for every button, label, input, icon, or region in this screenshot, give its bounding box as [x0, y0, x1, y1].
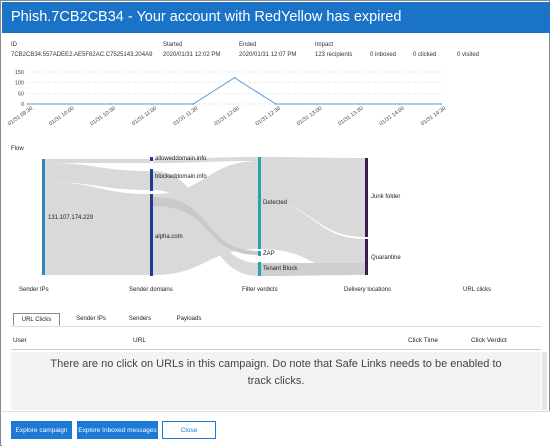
campaign-detail-dialog: Phish.7CB2CB34 - Your account with RedYe…	[0, 0, 550, 446]
column-click-time[interactable]: Click Time	[408, 337, 438, 344]
label-zap: ZAP	[263, 251, 275, 257]
dialog-footer: Explore campaign Explore Inboxed message…	[2, 411, 550, 446]
node-junk-folder[interactable]	[365, 158, 368, 237]
label-detected: Detected	[263, 200, 288, 206]
table-scrollbar[interactable]	[542, 352, 547, 410]
tab-url-clicks[interactable]: URL Clicks	[13, 313, 60, 326]
close-button[interactable]: Close	[162, 421, 216, 439]
label-alpha-domain: alpha.com	[155, 234, 183, 240]
explore-campaign-button[interactable]: Explore campaign	[11, 421, 72, 439]
column-url[interactable]: URL	[133, 337, 146, 344]
column-filter-verdicts: Filter verdicts	[242, 287, 278, 293]
node-blocked-domain[interactable]	[150, 169, 153, 191]
column-user[interactable]: User	[13, 337, 27, 344]
node-zap[interactable]	[258, 251, 261, 256]
clicks-table-header: User URL Click Time Click Verdict	[11, 330, 541, 350]
tab-senders[interactable]: Senders	[121, 313, 159, 326]
column-sender-ips: Sender IPs	[19, 287, 49, 293]
explore-inboxed-button[interactable]: Explore Inboxed messages	[77, 421, 158, 439]
label-junk-folder: Junk folder	[371, 194, 401, 200]
tab-payloads[interactable]: Payloads	[167, 313, 211, 326]
label-quarantine: Quarantine	[371, 255, 401, 261]
label-tenant-block: Tenant Block	[263, 266, 298, 272]
node-detected[interactable]	[258, 157, 261, 249]
band-ip-to-allowed	[45, 159, 151, 163]
node-alpha-domain[interactable]	[150, 194, 153, 276]
band-ip-to-alpha	[45, 182, 151, 275]
node-quarantine[interactable]	[365, 239, 368, 275]
label-blocked-domain: blockeddomain.info	[155, 174, 207, 180]
column-url-clicks: URL clicks	[463, 287, 492, 293]
flow-sankey	[42, 157, 368, 276]
label-allowed-domain: alloweddomain.info	[155, 156, 207, 162]
column-click-verdict[interactable]: Click Verdict	[471, 337, 507, 344]
label-sender-ip: 131.107.174.229	[48, 215, 94, 221]
empty-state-message: There are no click on URLs in this campa…	[11, 352, 541, 410]
column-delivery-locations: Delivery locations	[344, 287, 392, 293]
node-sender-ip[interactable]	[42, 159, 45, 275]
node-allowed-domain[interactable]	[150, 157, 153, 161]
column-sender-domains: Sender domains	[129, 287, 173, 293]
node-tenant-block[interactable]	[258, 262, 261, 276]
tab-sender-ips[interactable]: Sender IPs	[69, 313, 113, 326]
detail-tabs: URL Clicks Sender IPs Senders Payloads	[11, 313, 541, 327]
